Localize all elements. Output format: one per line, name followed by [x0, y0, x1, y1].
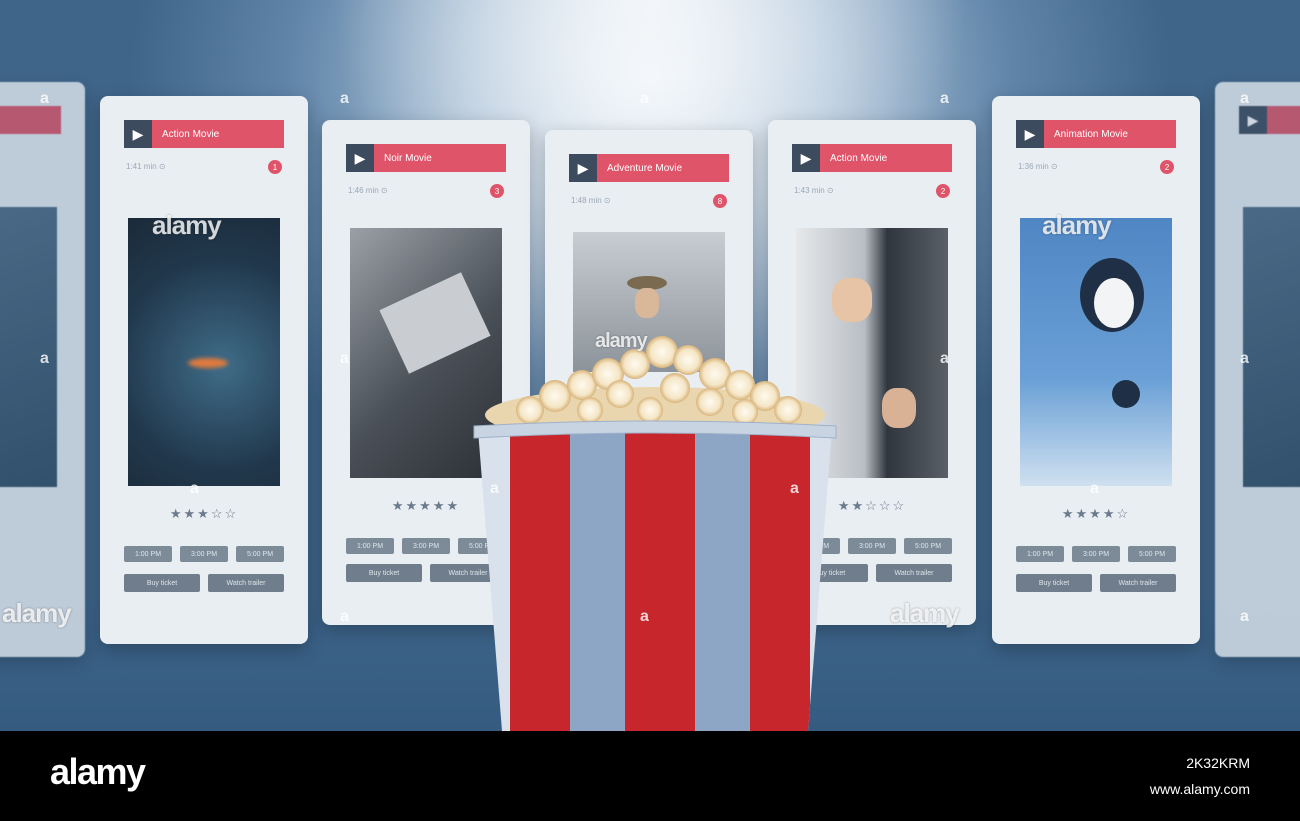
movie-poster: [1020, 218, 1172, 486]
movie-card: [0, 82, 85, 657]
card-title: Noir Movie: [384, 152, 432, 164]
card-duration: 1:46 min ⊙: [348, 186, 388, 195]
card-badge: 3: [490, 184, 504, 198]
card-duration: 1:36 min ⊙: [1018, 162, 1058, 171]
image-id: 2K32KRM: [1186, 755, 1250, 771]
watermark-mark: a: [940, 90, 949, 107]
watch-trailer-button[interactable]: Watch trailer: [876, 564, 952, 582]
card-title: Animation Movie: [1054, 128, 1128, 140]
card-badge: 2: [1160, 160, 1174, 174]
watermark: alamy: [1042, 210, 1112, 240]
rating-stars: ★★★☆☆: [169, 506, 239, 521]
watermark-mark: a: [1240, 350, 1249, 367]
card-badge: 1: [268, 160, 282, 174]
card-duration: 1:43 min ⊙: [794, 186, 834, 195]
watermark-mark: a: [1240, 608, 1249, 625]
movie-poster: [1243, 207, 1300, 487]
watermark-mark: a: [490, 480, 499, 497]
showtime-button[interactable]: 1:00 PM: [346, 538, 394, 554]
card-title: Action Movie: [162, 128, 220, 140]
watermark: alamy: [595, 330, 648, 352]
stock-footer: alamy 2K32KRM www.alamy.com: [0, 731, 1300, 821]
showtime-button[interactable]: 5:00 PM: [904, 538, 952, 554]
watermark-mark: a: [340, 608, 349, 625]
showtime-button[interactable]: 1:00 PM: [1016, 546, 1064, 562]
film-camera-icon: ▶: [569, 154, 597, 182]
watermark-mark: a: [640, 608, 649, 625]
card-badge: 2: [936, 184, 950, 198]
card-title: Action Movie: [830, 152, 888, 164]
card-badge: 8: [713, 194, 727, 208]
showtime-button[interactable]: 3:00 PM: [402, 538, 450, 554]
showtime-button[interactable]: 3:00 PM: [1072, 546, 1120, 562]
film-camera-icon: ▶: [1016, 120, 1044, 148]
showtime-button[interactable]: 1:00 PM: [124, 546, 172, 562]
bucket-stripes: [478, 430, 832, 731]
watch-trailer-button[interactable]: Watch trailer: [1100, 574, 1176, 592]
movie-card: ▶: [1215, 82, 1300, 657]
watermark-mark: a: [940, 350, 949, 367]
watermark: alamy: [2, 598, 72, 628]
watermark: alamy: [890, 598, 960, 628]
watermark-mark: a: [340, 90, 349, 107]
alamy-logo: alamy: [50, 751, 146, 792]
buy-ticket-button[interactable]: Buy ticket: [1016, 574, 1092, 592]
rating-stars: ★★★★☆: [1061, 506, 1131, 521]
buy-ticket-button[interactable]: Buy ticket: [124, 574, 200, 592]
watermark-mark: a: [40, 350, 49, 367]
watermark-mark: a: [1240, 90, 1249, 107]
movie-poster: [128, 218, 280, 486]
popcorn-bucket: [473, 336, 837, 731]
movie-card-animation: ▶ Animation Movie 1:36 min ⊙ 2 ★★★★☆ 1:00…: [992, 96, 1200, 644]
watermark-mark: a: [1090, 480, 1099, 497]
watermark-mark: a: [340, 350, 349, 367]
watermark: alamy: [152, 210, 222, 240]
showtime-button[interactable]: 5:00 PM: [236, 546, 284, 562]
watch-trailer-button[interactable]: Watch trailer: [208, 574, 284, 592]
film-camera-icon: ▶: [1239, 106, 1267, 134]
watermark-mark: a: [40, 90, 49, 107]
card-duration: 1:41 min ⊙: [126, 162, 166, 171]
showtime-button[interactable]: 5:00 PM: [1128, 546, 1176, 562]
watermark-mark: a: [640, 90, 649, 107]
film-camera-icon: ▶: [124, 120, 152, 148]
card-title: Adventure Movie: [607, 162, 683, 174]
film-camera-icon: ▶: [346, 144, 374, 172]
cinema-scene: ▶ Action Movie 1:41 min ⊙ 1 ★★★☆☆ 1:00 PM…: [0, 0, 1300, 731]
movie-poster: [0, 207, 57, 487]
watermark-mark: a: [790, 480, 799, 497]
buy-ticket-button[interactable]: Buy ticket: [346, 564, 422, 582]
showtime-button[interactable]: 3:00 PM: [180, 546, 228, 562]
showtime-button[interactable]: 3:00 PM: [848, 538, 896, 554]
film-camera-icon: ▶: [792, 144, 820, 172]
site-url: www.alamy.com: [1149, 781, 1250, 797]
watermark-mark: a: [190, 480, 199, 497]
card-duration: 1:48 min ⊙: [571, 196, 611, 205]
movie-card-action: ▶ Action Movie 1:41 min ⊙ 1 ★★★☆☆ 1:00 PM…: [100, 96, 308, 644]
